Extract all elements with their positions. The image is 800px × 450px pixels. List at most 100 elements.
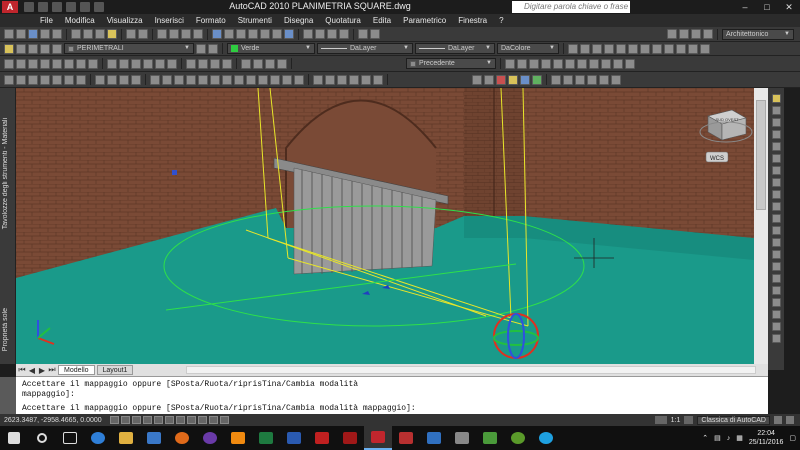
color-combo[interactable]: Verde ▼ <box>227 43 315 54</box>
zoom-realtime-icon[interactable] <box>169 29 179 39</box>
edge-mesh-icon[interactable] <box>107 74 117 85</box>
pan-3d-icon[interactable] <box>625 58 635 69</box>
render-icon[interactable] <box>688 43 698 54</box>
clock[interactable]: 22:04 25/11/2016 <box>749 429 784 447</box>
intersect-icon[interactable] <box>210 58 220 69</box>
clean-screen-icon[interactable] <box>786 416 794 424</box>
start-button[interactable] <box>0 426 28 450</box>
distance-icon[interactable] <box>472 74 482 85</box>
search-icon[interactable] <box>28 426 56 450</box>
layer-manager-icon[interactable] <box>4 43 14 54</box>
sweep-icon[interactable] <box>131 58 141 69</box>
pyramid-icon[interactable] <box>76 58 86 69</box>
hidden-icon[interactable] <box>337 74 347 85</box>
acrobat-icon[interactable] <box>336 426 364 450</box>
task-view-icon[interactable] <box>56 426 84 450</box>
search-input[interactable]: Digitare parola chiave o frase <box>512 1 630 13</box>
table-style-icon[interactable] <box>327 29 337 39</box>
model-space-icon[interactable] <box>654 416 667 424</box>
orbit-icon[interactable] <box>700 43 710 54</box>
mesh-sphere-icon[interactable] <box>52 74 62 85</box>
zoom-in-icon[interactable] <box>568 43 578 54</box>
menu-strumenti[interactable]: Strumenti <box>232 14 278 27</box>
walk-icon[interactable] <box>529 58 539 69</box>
edge-icon[interactable] <box>84 426 112 450</box>
next-tab-arrow-icon[interactable]: ▶ <box>38 366 46 375</box>
reset-mapping-icon[interactable] <box>611 74 621 85</box>
acrobat-reader-icon[interactable] <box>308 426 336 450</box>
volume-icon[interactable]: ♪ <box>727 435 731 442</box>
zoom-out-icon[interactable] <box>580 43 590 54</box>
command-line[interactable]: Accettare il mappaggio oppure [SPosta/Ru… <box>0 376 768 415</box>
crease-icon[interactable] <box>186 74 196 85</box>
file-explorer-icon[interactable] <box>112 426 140 450</box>
view-icon[interactable] <box>667 29 677 39</box>
zoom-3d-icon[interactable] <box>613 58 623 69</box>
notification-chevron-icon[interactable]: ⌃ <box>702 434 708 442</box>
mesh-box-icon[interactable] <box>4 74 14 85</box>
command-line-handle[interactable] <box>0 377 16 415</box>
app-icon-gray[interactable] <box>448 426 476 450</box>
mapping-box-icon[interactable] <box>563 74 573 85</box>
match-properties-icon[interactable] <box>107 29 117 39</box>
extrude-icon[interactable] <box>107 58 117 69</box>
mtext-icon[interactable] <box>771 322 781 331</box>
linetype-combo[interactable]: DaLayer ▼ <box>317 43 413 54</box>
ellipse-icon[interactable] <box>771 214 781 223</box>
tool-palettes-label[interactable]: Tavolozze degli strumenti - Materiali <box>2 118 9 229</box>
cut-icon[interactable] <box>71 29 81 39</box>
workspace-icon[interactable] <box>358 29 368 39</box>
browser-icon[interactable] <box>196 426 224 450</box>
view-top-icon[interactable] <box>679 29 689 39</box>
word-icon[interactable] <box>280 426 308 450</box>
continuous-orbit-icon[interactable] <box>589 58 599 69</box>
preview-icon[interactable] <box>52 29 62 39</box>
help-icon[interactable] <box>284 29 294 39</box>
arc-icon[interactable] <box>771 166 781 175</box>
object-snap-icon[interactable] <box>153 416 163 424</box>
box-icon[interactable] <box>4 58 14 69</box>
menu-formato[interactable]: Formato <box>190 14 232 27</box>
open-icon[interactable] <box>16 29 26 39</box>
torus-icon[interactable] <box>64 58 74 69</box>
plotstyle-combo[interactable]: DaColore ▼ <box>497 43 559 54</box>
ruled-mesh-icon[interactable] <box>119 74 129 85</box>
shade-icon[interactable] <box>676 43 686 54</box>
menu-edita[interactable]: Edita <box>367 14 397 27</box>
mesh-wedge-icon[interactable] <box>64 74 74 85</box>
last-tab-arrow-icon[interactable]: ⏭ <box>48 365 56 375</box>
render-environment-icon[interactable] <box>532 74 542 85</box>
mapping-cylinder-icon[interactable] <box>575 74 585 85</box>
menu-finestra[interactable]: Finestra <box>452 14 493 27</box>
menu-modifica[interactable]: Modifica <box>59 14 101 27</box>
wireframe-2d-icon[interactable] <box>313 74 323 85</box>
table-icon[interactable] <box>771 310 781 319</box>
menu-visualizza[interactable]: Visualizza <box>101 14 149 27</box>
merge-face-icon[interactable] <box>234 74 244 85</box>
tab-layout1[interactable]: Layout1 <box>96 365 134 375</box>
presspull-icon[interactable] <box>155 58 165 69</box>
constrained-orbit-icon[interactable] <box>565 58 575 69</box>
radius-icon[interactable] <box>484 74 494 85</box>
layer-combo[interactable]: PERIMETRALI ▼ <box>64 43 194 54</box>
design-center-icon[interactable] <box>224 29 234 39</box>
spline-icon[interactable] <box>771 202 781 211</box>
action-center-icon[interactable]: ▢ <box>789 434 796 442</box>
calculator-icon[interactable] <box>272 29 282 39</box>
swivel-icon[interactable] <box>553 58 563 69</box>
copy-icon[interactable] <box>83 29 93 39</box>
skype-icon[interactable] <box>532 426 560 450</box>
revolve-icon[interactable] <box>119 58 129 69</box>
mapping-planar-icon[interactable] <box>551 74 561 85</box>
zoom-dynamic-icon[interactable] <box>652 43 662 54</box>
annotation-scale[interactable]: 1:1 <box>671 417 681 424</box>
tab-model[interactable]: Modello <box>58 365 95 375</box>
mesh-torus-icon[interactable] <box>76 74 86 85</box>
view-combo[interactable]: Precedente ▼ <box>406 58 496 69</box>
layer-freeze-icon[interactable] <box>52 43 62 54</box>
spin-edge-icon[interactable] <box>270 74 280 85</box>
vertical-scroll-thumb[interactable] <box>756 100 766 210</box>
ucs-icon[interactable] <box>241 58 251 69</box>
zoom-object-icon[interactable] <box>640 43 650 54</box>
app-icon-red[interactable] <box>392 426 420 450</box>
